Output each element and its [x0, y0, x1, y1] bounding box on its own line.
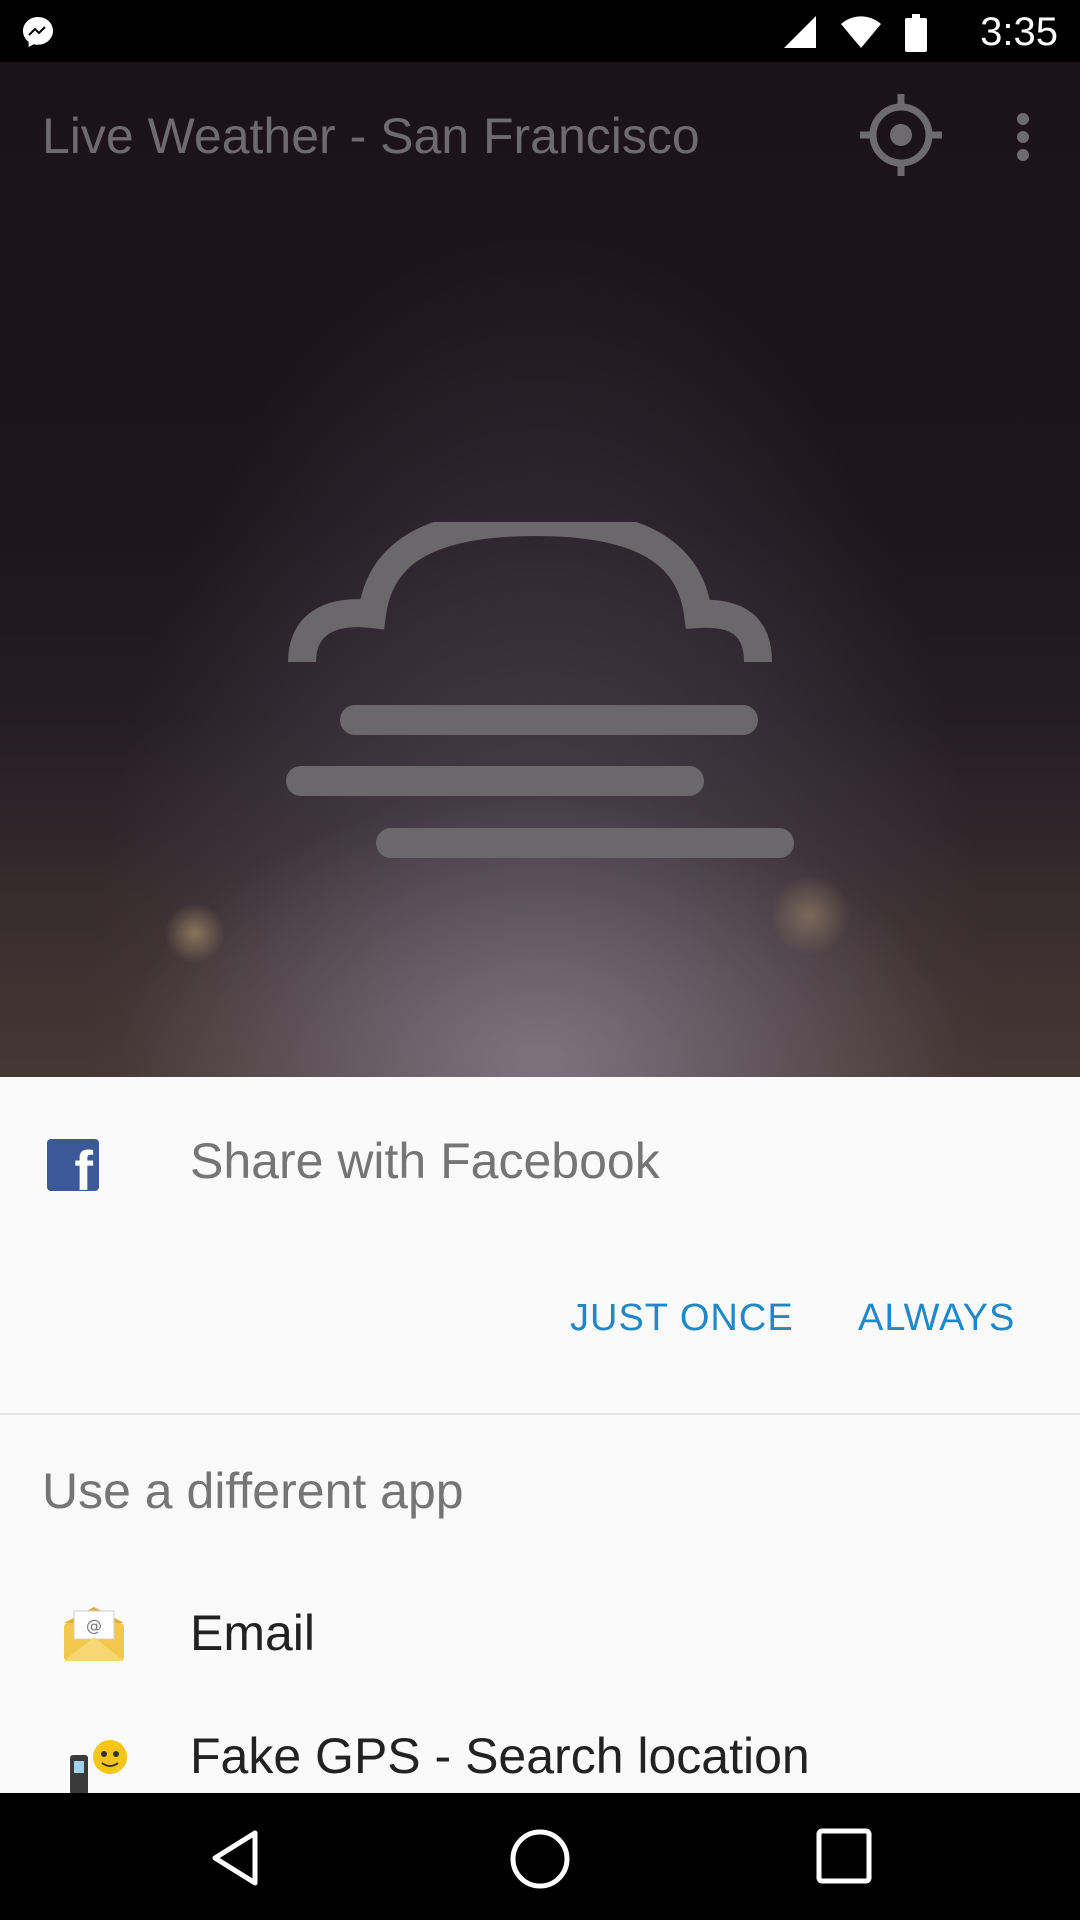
- divider: [0, 1413, 1080, 1415]
- facebook-icon: f: [47, 1139, 99, 1191]
- share-title: Share with Facebook: [190, 1133, 660, 1189]
- app-title: Live Weather - San Francisco: [42, 108, 700, 164]
- more-vert-icon[interactable]: [1010, 112, 1036, 162]
- app-item-email[interactable]: @ Email: [0, 1567, 1080, 1707]
- wifi-icon: [841, 16, 881, 48]
- share-sheet: f Share with Facebook JUST ONCE ALWAYS U…: [0, 1077, 1080, 1795]
- back-icon[interactable]: [205, 1827, 267, 1889]
- app-item-label: Fake GPS - Search location: [190, 1728, 810, 1784]
- weather-app-background: Live Weather - San Francisco: [0, 62, 1080, 1077]
- use-different-app-heading: Use a different app: [42, 1463, 464, 1519]
- battery-icon: [905, 14, 927, 52]
- share-with-facebook-row: f Share with Facebook: [0, 1077, 1080, 1257]
- just-once-button[interactable]: JUST ONCE: [570, 1297, 794, 1340]
- svg-text:@: @: [86, 1616, 102, 1635]
- signal-icon: [784, 16, 816, 48]
- navigation-bar: [0, 1793, 1080, 1920]
- app-item-label: Email: [190, 1605, 316, 1661]
- always-button[interactable]: ALWAYS: [858, 1297, 1015, 1340]
- location-target-icon[interactable]: [858, 92, 944, 178]
- status-bar: 3:35: [0, 0, 1080, 62]
- recents-icon[interactable]: [815, 1827, 873, 1885]
- home-icon[interactable]: [508, 1827, 572, 1891]
- email-icon: @: [64, 1607, 124, 1661]
- status-time: 3:35: [980, 10, 1058, 54]
- fog-icon: [286, 522, 794, 858]
- fake-gps-icon: [70, 1740, 127, 1795]
- messenger-icon: [23, 17, 53, 47]
